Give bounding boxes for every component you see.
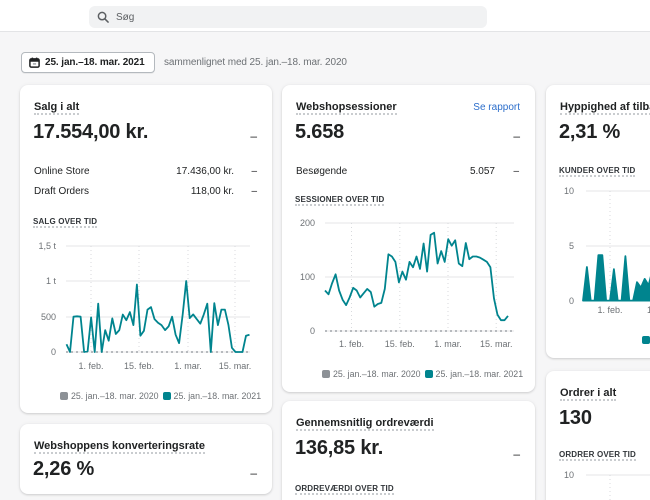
svg-text:1,5 t: 1,5 t <box>38 241 56 251</box>
svg-text:15. feb.: 15. feb. <box>385 339 415 349</box>
svg-text:0: 0 <box>310 326 315 336</box>
svg-text:1. feb.: 1. feb. <box>78 361 103 371</box>
svg-text:1. mar.: 1. mar. <box>174 361 202 371</box>
svg-text:200: 200 <box>300 218 315 228</box>
svg-text:10: 10 <box>564 186 574 196</box>
svg-text:15. feb.: 15. feb. <box>124 361 154 371</box>
svg-text:10: 10 <box>564 470 574 480</box>
svg-text:5: 5 <box>569 241 574 251</box>
svg-text:1 t: 1 t <box>46 276 57 286</box>
svg-text:15. mar.: 15. mar. <box>219 361 252 371</box>
svg-text:1. feb.: 1. feb. <box>339 339 364 349</box>
svg-text:100: 100 <box>300 272 315 282</box>
svg-text:1. mar.: 1. mar. <box>434 339 462 349</box>
svg-text:500: 500 <box>41 312 56 322</box>
svg-text:1. feb.: 1. feb. <box>597 305 622 315</box>
svg-text:15. mar.: 15. mar. <box>480 339 513 349</box>
svg-text:0: 0 <box>51 347 56 357</box>
svg-text:0: 0 <box>569 296 574 306</box>
